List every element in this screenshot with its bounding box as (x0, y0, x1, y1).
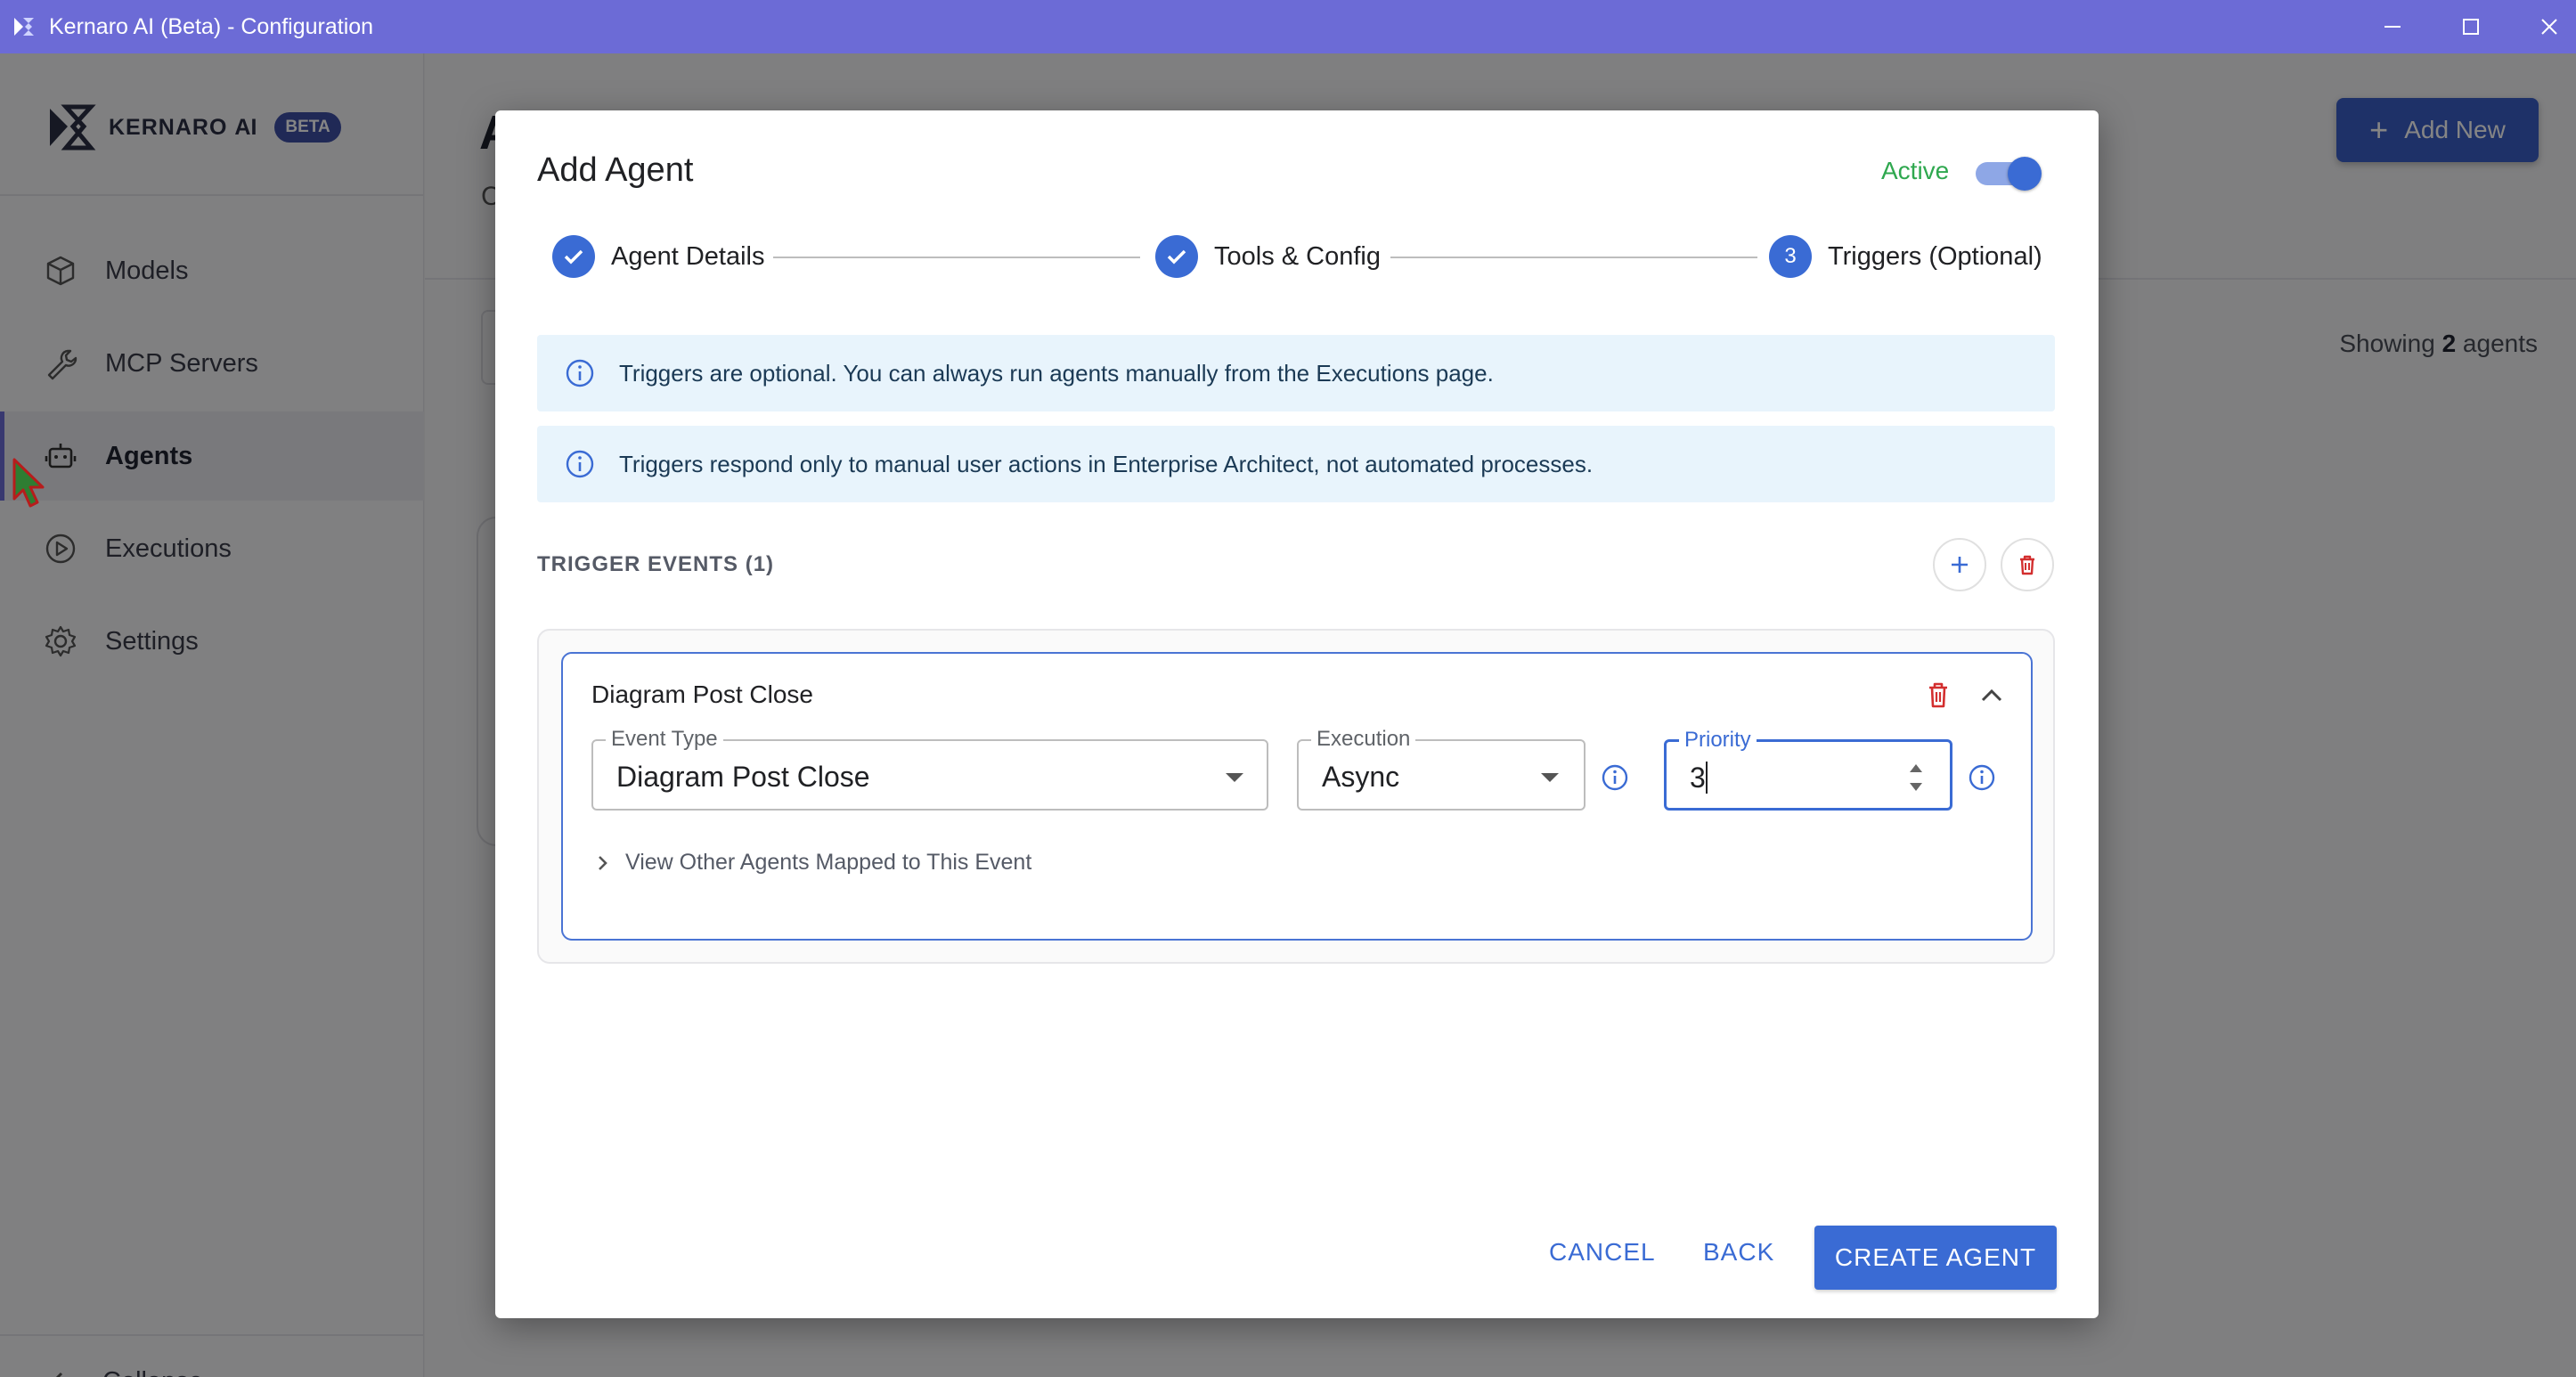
step-connector (773, 257, 1140, 258)
step-label: Tools & Config (1214, 241, 1381, 271)
minimize-icon (2384, 26, 2401, 28)
info-alert-optional: Triggers are optional. You can always ru… (537, 335, 2055, 411)
maximize-button[interactable] (2444, 7, 2498, 46)
trigger-title: Diagram Post Close (591, 680, 813, 708)
checkmark-icon (1167, 249, 1186, 265)
field-value: Diagram Post Close (616, 761, 870, 793)
step-connector (1390, 257, 1757, 258)
minimize-button[interactable] (2366, 7, 2419, 46)
active-label: Active (1881, 157, 1950, 184)
active-toggle[interactable] (1972, 155, 2042, 191)
plus-icon (1952, 557, 1968, 573)
window-title: Kernaro AI (Beta) - Configuration (49, 14, 374, 39)
info-icon (566, 450, 594, 478)
info-alert-manual: Triggers respond only to manual user act… (537, 426, 2055, 502)
dropdown-arrow-icon (1541, 773, 1559, 782)
cancel-button[interactable]: CANCEL (1549, 1238, 1656, 1267)
close-window-button[interactable] (2523, 7, 2576, 46)
execution-select[interactable]: Execution Async (1297, 727, 1586, 811)
info-text: Triggers respond only to manual user act… (619, 450, 1594, 477)
field-value: Async (1322, 761, 1400, 793)
window-titlebar: Kernaro AI (Beta) - Configuration (0, 0, 2576, 53)
chevron-up-icon[interactable] (1977, 682, 2006, 707)
app-logo-icon (14, 18, 34, 36)
execution-info-icon[interactable] (1600, 762, 1630, 793)
back-button[interactable]: BACK (1703, 1238, 1774, 1267)
field-label: Event Type (606, 727, 723, 752)
trash-icon[interactable] (1924, 679, 1952, 711)
field-label: Priority (1679, 728, 1757, 753)
dialog-title: Add Agent (537, 151, 694, 189)
trigger-events-heading: TRIGGER EVENTS (1) (537, 552, 775, 576)
info-text: Triggers are optional. You can always ru… (619, 359, 1494, 387)
dropdown-arrow-icon (1226, 773, 1243, 782)
maximize-icon (2463, 19, 2479, 35)
priority-input[interactable]: Priority 3 (1664, 728, 1952, 811)
step-tools-config[interactable]: Tools & Config (1155, 235, 1381, 278)
step-number-badge: 3 (1769, 235, 1812, 278)
number-stepper-icon[interactable] (1907, 758, 1925, 797)
mouse-cursor-icon (12, 458, 45, 508)
create-agent-button[interactable]: CREATE AGENT (1814, 1226, 2057, 1290)
step-agent-details[interactable]: Agent Details (552, 235, 765, 278)
add-agent-dialog: Add Agent Active Agent Details Tools & C… (495, 110, 2099, 1318)
chevron-right-icon (599, 855, 607, 870)
close-icon (2541, 19, 2557, 35)
step-label: Agent Details (611, 241, 765, 271)
event-type-select[interactable]: Event Type Diagram Post Close (591, 727, 1268, 811)
priority-info-icon[interactable] (1967, 762, 1997, 793)
text-caret (1706, 762, 1708, 794)
checkmark-icon (564, 249, 583, 265)
trigger-event-card: Diagram Post Close Event Type Diagram Po… (561, 652, 2033, 941)
info-icon (566, 359, 594, 387)
delete-all-triggers-button[interactable] (2001, 538, 2054, 591)
step-triggers[interactable]: 3 Triggers (Optional) (1769, 235, 2042, 278)
step-complete-badge (552, 235, 595, 278)
step-complete-badge (1155, 235, 1198, 278)
toggle-thumb (2008, 157, 2042, 191)
view-other-agents-toggle[interactable]: View Other Agents Mapped to This Event (595, 850, 1031, 876)
add-trigger-button[interactable] (1933, 538, 1986, 591)
view-other-label: View Other Agents Mapped to This Event (625, 850, 1032, 875)
trash-icon (2020, 555, 2034, 575)
step-label: Triggers (Optional) (1828, 241, 2042, 271)
field-value: 3 (1690, 762, 1706, 794)
field-label: Execution (1311, 727, 1416, 752)
